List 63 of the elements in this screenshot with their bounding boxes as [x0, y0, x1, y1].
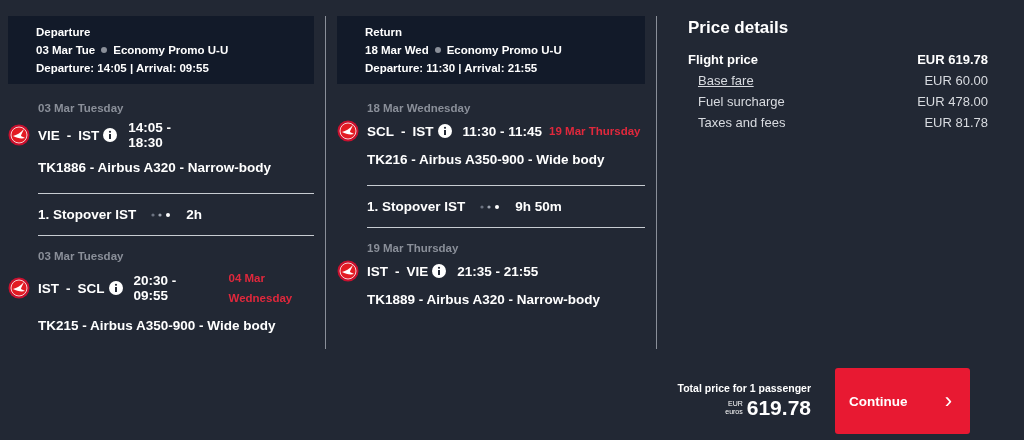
journey-heading: Departure — [36, 26, 92, 38]
info-icon — [103, 128, 118, 142]
fare-class: Economy Promo U-U — [446, 44, 562, 56]
dots-icon — [479, 203, 502, 210]
route-dash: - — [401, 123, 406, 139]
route-dash: - — [66, 127, 72, 143]
price-amount: EUR 619.78 — [917, 52, 988, 67]
flight-aircraft: TK1889 - Airbus A320 - Narrow-body — [367, 292, 602, 307]
origin-code: SCL — [367, 123, 394, 139]
flight-times: 11:30 - 11:45 — [462, 123, 543, 139]
info-icon — [437, 124, 452, 138]
airline-logo-icon — [8, 277, 30, 299]
price-amount: EUR 478.00 — [917, 94, 988, 109]
continue-button[interactable]: Continue › — [835, 368, 970, 434]
route-dash: - — [66, 280, 71, 296]
airline-logo-icon — [8, 124, 30, 146]
flight-times: 14:05 - 18:30 — [128, 120, 173, 150]
price-amount: EUR 81.78 — [924, 115, 988, 130]
flight-times: 21:35 - 21:55 — [457, 263, 539, 279]
arrival-date: 04 Mar Wednesday — [228, 271, 294, 306]
airline-logo-icon — [337, 120, 359, 142]
dot-separator — [434, 47, 441, 53]
destination-code: IST — [412, 123, 434, 139]
stopover-label: 1. Stopover IST — [38, 207, 137, 222]
price-label: Fuel surcharge — [697, 94, 785, 109]
price-label: Flight price — [688, 52, 759, 67]
journey-date: 03 Mar Tue — [36, 44, 96, 56]
origin-code: IST — [38, 280, 59, 296]
total-caption: Total price for 1 passenger — [677, 382, 811, 394]
price-details-title: Price details — [688, 18, 790, 38]
stopover-duration: 2h — [186, 207, 203, 222]
dot-separator — [101, 47, 108, 53]
info-icon — [108, 281, 123, 295]
flight-date: 03 Mar Tuesday — [38, 250, 125, 262]
destination-code: VIE — [406, 263, 429, 279]
airline-logo-icon — [337, 260, 359, 282]
flight-aircraft: TK216 - Airbus A350-900 - Wide body — [367, 152, 606, 167]
journey-times: Departure: 11:30 | Arrival: 21:55 — [365, 62, 539, 74]
stopover-label: 1. Stopover IST — [367, 199, 466, 214]
journey-times: Departure: 14:05 | Arrival: 09:55 — [36, 62, 210, 74]
dots-icon — [150, 211, 173, 218]
flight-date: 18 Mar Wednesday — [367, 102, 472, 114]
destination-code: SCL — [77, 280, 105, 296]
total-amount: 619.78 — [746, 396, 811, 420]
price-amount: EUR 60.00 — [924, 73, 988, 88]
info-icon — [432, 264, 447, 278]
stopover-duration: 9h 50m — [515, 199, 562, 214]
journey-date: 18 Mar Wed — [365, 44, 429, 56]
destination-code: IST — [78, 127, 100, 143]
flight-aircraft: TK1886 - Airbus A320 - Narrow-body — [38, 160, 273, 175]
flight-date: 03 Mar Tuesday — [38, 102, 125, 114]
fare-class: Economy Promo U-U — [113, 44, 229, 56]
chevron-icon: › — [944, 388, 952, 414]
flight-aircraft: TK215 - Airbus A350-900 - Wide body — [38, 318, 277, 333]
origin-code: IST — [367, 263, 388, 279]
flight-times: 20:30 - 09:55 — [133, 273, 178, 303]
base-fare-link[interactable]: Base fare — [698, 73, 754, 88]
flight-date: 19 Mar Thursday — [367, 242, 460, 254]
arrival-date: 19 Mar Thursday — [549, 124, 641, 139]
price-label: Taxes and fees — [697, 115, 786, 130]
journey-heading: Return — [365, 26, 404, 38]
route-dash: - — [395, 263, 400, 279]
origin-code: VIE — [38, 127, 60, 143]
